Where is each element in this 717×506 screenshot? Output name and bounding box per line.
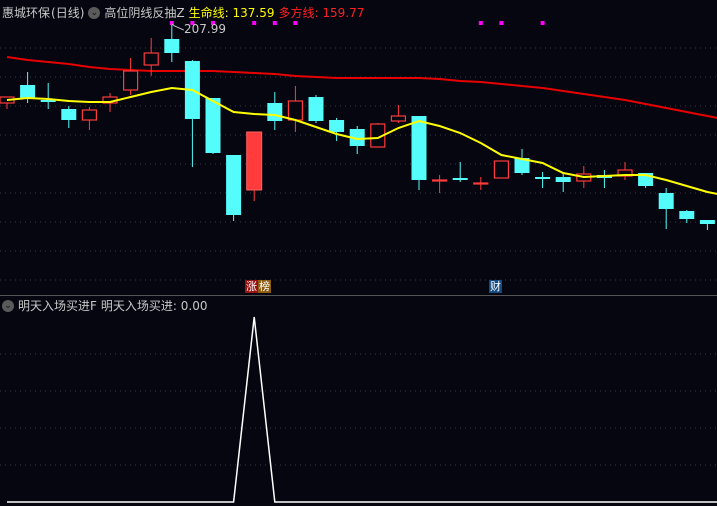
stock-name: 惠城环保 <box>2 6 51 20</box>
candle-body <box>20 85 36 99</box>
candle-body <box>473 182 489 185</box>
candle-body <box>226 155 242 215</box>
candle-body <box>287 100 303 121</box>
zhangbang-badge-2[interactable]: 榜 <box>258 280 271 293</box>
multi-line-value: 159.77 <box>322 6 365 20</box>
candle-body <box>308 97 324 121</box>
life-line-value: 137.59 <box>232 6 275 20</box>
max-price-label: 207.99 <box>184 22 226 36</box>
candle-body <box>432 179 448 182</box>
candle-body <box>658 193 674 209</box>
signal-dot <box>478 21 483 25</box>
candle-body <box>81 109 98 121</box>
indicator-name[interactable]: 高位阴线反抽Z <box>104 4 184 21</box>
candle-body <box>267 103 283 121</box>
signal-dot <box>540 21 545 25</box>
candle-body <box>164 39 180 53</box>
kline-chart[interactable] <box>0 0 717 506</box>
life-line-readout: 生命线: 137.59 <box>189 4 275 21</box>
sub-value: 0.00 <box>180 299 208 313</box>
candle-body <box>452 178 468 180</box>
candle-body <box>122 70 139 91</box>
sub-chart-header: ⌄ 明天入场买进F 明天入场买进: 0.00 <box>2 297 208 314</box>
candle-body <box>679 211 695 219</box>
candle-body <box>143 52 159 66</box>
life-line-label: 生命线: <box>188 6 229 20</box>
period-label: (日线) <box>51 6 85 20</box>
candle-body <box>493 160 509 179</box>
sub-indicator-name[interactable]: 明天入场买进F <box>18 297 97 314</box>
candle-body <box>246 131 263 191</box>
sub-indicator-dropdown-icon[interactable]: ⌄ <box>2 299 14 312</box>
sub-value-label: 明天入场买进: <box>100 299 177 313</box>
cai-badge[interactable]: 财 <box>489 280 502 293</box>
signal-dot <box>293 21 298 25</box>
candle-body <box>329 120 345 132</box>
max-price-pointer <box>171 23 185 31</box>
indicator-dropdown-icon[interactable]: ⌄ <box>88 6 101 19</box>
signal-dot <box>499 21 504 25</box>
multi-line-readout: 多方线: 159.77 <box>279 4 365 21</box>
sub-indicator-readout: 明天入场买进: 0.00 <box>101 297 208 314</box>
indicator-line <box>7 316 717 503</box>
main-chart-header: 惠城环保 (日线) ⌄ 高位阴线反抽Z 生命线: 137.59 多方线: 159… <box>2 4 364 21</box>
candle-body <box>205 98 221 153</box>
candle-body <box>61 109 77 120</box>
candle-body <box>535 177 551 179</box>
candle-body <box>411 116 427 180</box>
signal-dot <box>272 21 277 25</box>
signal-dot <box>252 21 257 25</box>
candle-body <box>555 177 571 182</box>
multi-line-label: 多方线: <box>278 6 319 20</box>
zhangbang-badge-1[interactable]: 涨 <box>245 280 258 293</box>
candle-body <box>699 220 715 224</box>
candle-body <box>390 115 406 122</box>
multi-line <box>6 56 717 119</box>
